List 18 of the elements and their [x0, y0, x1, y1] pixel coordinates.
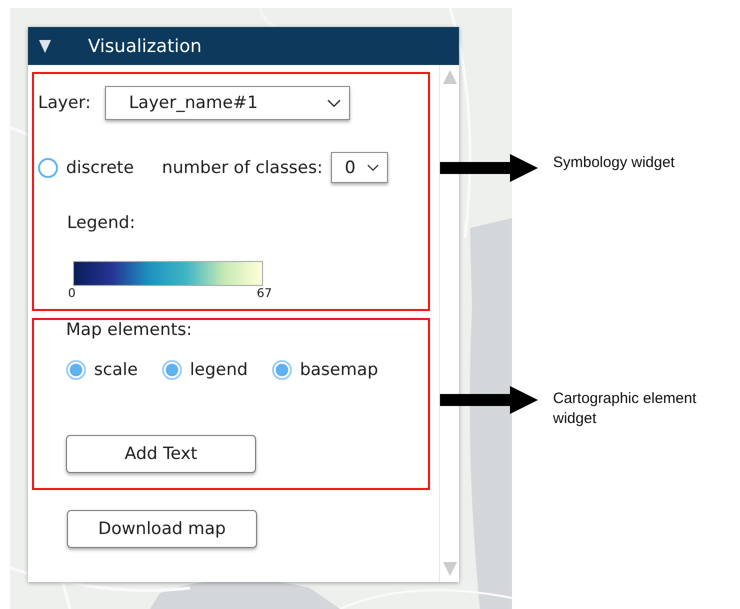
- discrete-label: discrete: [66, 158, 134, 178]
- legend-label: Legend:: [67, 213, 136, 233]
- option-label: basemap: [300, 360, 378, 380]
- classes-label: number of classes:: [162, 158, 323, 178]
- classes-dropdown[interactable]: 0: [330, 152, 388, 183]
- annotation-label: Cartographic element widget: [553, 389, 698, 429]
- panel-title: Visualization: [88, 36, 202, 56]
- download-map-button[interactable]: Download map: [67, 510, 257, 548]
- layer-dropdown[interactable]: Layer_name#1: [104, 86, 350, 120]
- option-label: scale: [94, 360, 138, 380]
- legend-min: 0: [68, 286, 76, 300]
- legend-max: 67: [256, 286, 272, 300]
- layer-label: Layer:: [38, 93, 91, 113]
- option-label: legend: [190, 360, 248, 380]
- add-text-button[interactable]: Add Text: [66, 435, 256, 473]
- map-elements-label: Map elements:: [66, 320, 192, 340]
- panel-header[interactable]: Visualization: [28, 27, 459, 65]
- annotation-label: Symbology widget: [553, 153, 676, 173]
